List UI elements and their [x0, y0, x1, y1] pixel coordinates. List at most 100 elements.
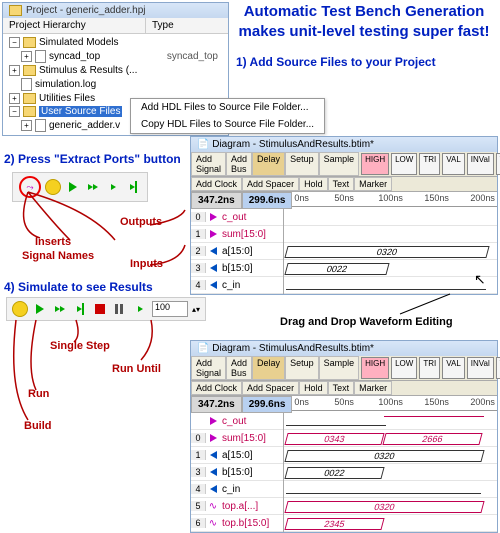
mode-whi[interactable]: WHI — [496, 357, 500, 379]
folder-icon — [23, 65, 36, 76]
run-value-input[interactable]: 100 — [152, 301, 188, 317]
signal-area: 0c_out 1sum[15:0] 2a[15:0] 3b[15:0] 4c_i… — [191, 209, 497, 294]
play-icon — [60, 306, 65, 312]
stop-button[interactable] — [92, 301, 108, 317]
build-button[interactable] — [12, 301, 28, 317]
mode-val[interactable]: VAL — [442, 357, 465, 379]
signal-names-col: 0c_out 1sum[15:0] 2a[15:0] 3b[15:0] 4c_i… — [191, 209, 284, 294]
sig-row[interactable]: 0sum[15:0] — [191, 430, 283, 447]
file-icon — [35, 119, 46, 132]
extract-ports-button[interactable]: ⤳ — [19, 176, 41, 198]
minus-icon[interactable]: − — [9, 106, 20, 117]
drag-drop-label: Drag and Drop Waveform Editing — [280, 316, 453, 328]
mode-whi[interactable]: WHI — [496, 153, 500, 175]
diagram-buttons-row2-bot: Add Clock Add Spacer Hold Text Marker — [191, 381, 497, 396]
time-ruler[interactable]: 0ns 50ns 100ns 150ns 200ns — [292, 192, 497, 207]
sample-button[interactable]: Sample — [319, 356, 360, 380]
sig-row[interactable]: 6∿top.b[15:0] — [191, 515, 283, 532]
add-signal-button[interactable]: Add Signal — [191, 152, 226, 176]
add-spacer-button[interactable]: Add Spacer — [242, 381, 299, 395]
step-1-label: 1) Add Source Files to your Project — [236, 55, 436, 69]
col-type[interactable]: Type — [146, 18, 180, 33]
plus-icon[interactable]: + — [21, 51, 32, 62]
mode-low[interactable]: LOW — [391, 357, 417, 379]
time-2-bot: 299.6ns — [242, 396, 293, 413]
setup-button[interactable]: Setup — [285, 356, 319, 380]
sig-row-a[interactable]: 2a[15:0] — [191, 243, 283, 260]
bus-b[interactable]: 0022 — [284, 263, 389, 275]
sig-row-sum[interactable]: 1sum[15:0] — [191, 226, 283, 243]
mode-high[interactable]: HIGH — [361, 357, 389, 379]
yellow-button[interactable] — [45, 179, 61, 195]
add-clock-button[interactable]: Add Clock — [191, 381, 242, 395]
plus-icon[interactable]: + — [21, 120, 32, 131]
play-button-1[interactable] — [65, 179, 81, 195]
add-bus-button[interactable]: Add Bus — [226, 356, 252, 380]
bus-a[interactable]: 0320 — [284, 246, 489, 258]
mode-low[interactable]: LOW — [391, 153, 417, 175]
tree-item-simulated-models[interactable]: −Simulated Models — [7, 36, 228, 49]
sig-row-b[interactable]: 3b[15:0] — [191, 260, 283, 277]
spinner-icon[interactable]: ▴▾ — [192, 305, 200, 314]
folder-icon — [23, 93, 36, 104]
add-signal-button[interactable]: Add Signal — [191, 356, 226, 380]
single-step-label: Single Step — [50, 340, 110, 352]
plus-icon[interactable]: + — [9, 65, 20, 76]
folder-icon — [23, 106, 36, 117]
time-ruler-bot[interactable]: 0ns 50ns 100ns 150ns 200ns — [292, 396, 497, 411]
sig-row-cin[interactable]: 4c_in — [191, 277, 283, 294]
delay-button[interactable]: Delay — [252, 356, 285, 380]
setup-button[interactable]: Setup — [285, 152, 319, 176]
text-button[interactable]: Text — [328, 381, 355, 395]
play-icon — [138, 306, 143, 312]
sig-row[interactable]: 1a[15:0] — [191, 447, 283, 464]
hold-button[interactable]: Hold — [299, 177, 328, 191]
waveform-area-bot[interactable]: 03432666 0320 0022 0320 2345 — [284, 413, 497, 532]
sig-row[interactable]: c_out — [191, 413, 283, 430]
play-button-4[interactable] — [125, 179, 141, 195]
tree-item-syncad-top[interactable]: +syncad_topsyncad_top — [7, 49, 228, 64]
pause-button[interactable] — [112, 301, 128, 317]
waveform-area[interactable]: 0320 0022 ↖ — [284, 209, 497, 294]
sig-row[interactable]: 5∿top.a[...] — [191, 498, 283, 515]
file-icon — [21, 78, 32, 91]
marker-button[interactable]: Marker — [354, 381, 392, 395]
col-hierarchy[interactable]: Project Hierarchy — [3, 18, 146, 33]
mode-tri[interactable]: TRI — [419, 153, 440, 175]
sig-row[interactable]: 3b[15:0] — [191, 464, 283, 481]
play-button-3[interactable] — [105, 179, 121, 195]
add-clock-button[interactable]: Add Clock — [191, 177, 242, 191]
wire-cin[interactable] — [286, 289, 486, 290]
mode-inv[interactable]: INVal — [467, 153, 494, 175]
mode-tri[interactable]: TRI — [419, 357, 440, 379]
mode-high[interactable]: HIGH — [361, 153, 389, 175]
output-arrow-icon — [210, 434, 217, 442]
extract-ports-toolbar: ⤳ — [12, 172, 148, 202]
run-until-button[interactable] — [132, 301, 148, 317]
plus-icon[interactable]: + — [9, 93, 20, 104]
diagram-buttons-row1: Add Signal Add Bus Delay Setup Sample HI… — [191, 152, 497, 177]
add-bus-button[interactable]: Add Bus — [226, 152, 252, 176]
ctx-copy-hdl[interactable]: Copy HDL Files to Source File Folder... — [131, 116, 324, 133]
delay-button[interactable]: Delay — [252, 152, 285, 176]
ctx-add-hdl[interactable]: Add HDL Files to Source File Folder... — [131, 99, 324, 116]
step-button-1[interactable] — [52, 301, 68, 317]
bar-icon — [135, 181, 137, 193]
mode-val[interactable]: VAL — [442, 153, 465, 175]
sig-row[interactable]: 4c_in — [191, 481, 283, 498]
hold-button[interactable]: Hold — [299, 381, 328, 395]
tree-item-stimulus[interactable]: +Stimulus & Results (... — [7, 64, 228, 77]
add-spacer-button[interactable]: Add Spacer — [242, 177, 299, 191]
marker-button[interactable]: Marker — [354, 177, 392, 191]
sample-button[interactable]: Sample — [319, 152, 360, 176]
tree-item-simlog[interactable]: simulation.log — [7, 77, 228, 92]
step-button-2[interactable] — [72, 301, 88, 317]
play-button-2[interactable] — [85, 179, 101, 195]
mode-inv[interactable]: INVal — [467, 357, 494, 379]
run-button[interactable] — [32, 301, 48, 317]
minus-icon[interactable]: − — [9, 37, 20, 48]
time-ruler-row-bot: 347.2ns 299.6ns 0ns 50ns 100ns 150ns 200… — [191, 396, 497, 413]
text-button[interactable]: Text — [328, 177, 355, 191]
time-1: 347.2ns — [191, 192, 242, 209]
sig-row-cout[interactable]: 0c_out — [191, 209, 283, 226]
